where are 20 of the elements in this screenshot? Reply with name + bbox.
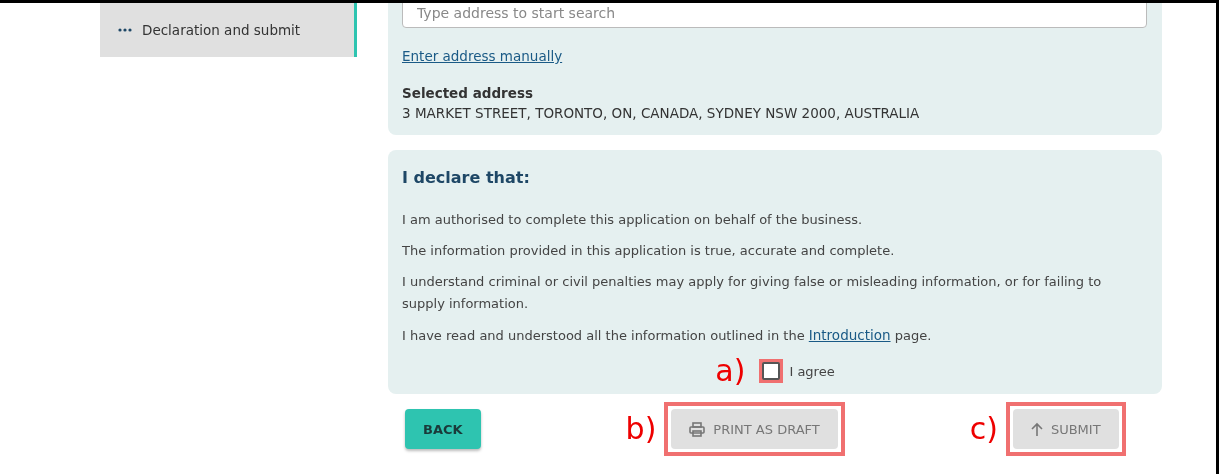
sidebar-item[interactable]: Declaration and submit (100, 3, 357, 57)
sidebar-item-label: Declaration and submit (142, 22, 301, 38)
ellipsis-icon (118, 28, 132, 32)
annotation-label: a) (715, 356, 746, 386)
declaration-statement: The information provided in this application is true, accurate and complete. (402, 242, 896, 260)
selected-address-label: Selected address (402, 85, 534, 101)
arrow-up-icon (1030, 422, 1043, 436)
declaration-statement: I am authorised to complete this application on behalf of the business. (402, 211, 864, 229)
introduction-link[interactable]: Introduction (808, 327, 891, 343)
selected-address-value: 3 MARKET STREET, TORONTO, ON, CANADA, SYDNEY NSW 2000, AUSTRALIA (402, 105, 921, 121)
back-button[interactable]: BACK (405, 409, 481, 449)
declaration-statement: I understand criminal or civil penalties may apply for giving false or misleading information, or for failing to supply information. (402, 273, 1103, 313)
declaration-heading: I declare that: (402, 168, 531, 187)
printer-icon (689, 421, 706, 437)
annotation-label: c) (969, 414, 998, 444)
annotation-label: b) (625, 414, 657, 444)
agree-label: I agree (789, 363, 835, 379)
declaration-statement: I have read and understood all the information outlined in the Introduction page. (402, 326, 933, 345)
enter-manually-link[interactable]: Enter address manually (402, 48, 563, 64)
address-search-field[interactable]: Type address to start search (402, 3, 1147, 28)
